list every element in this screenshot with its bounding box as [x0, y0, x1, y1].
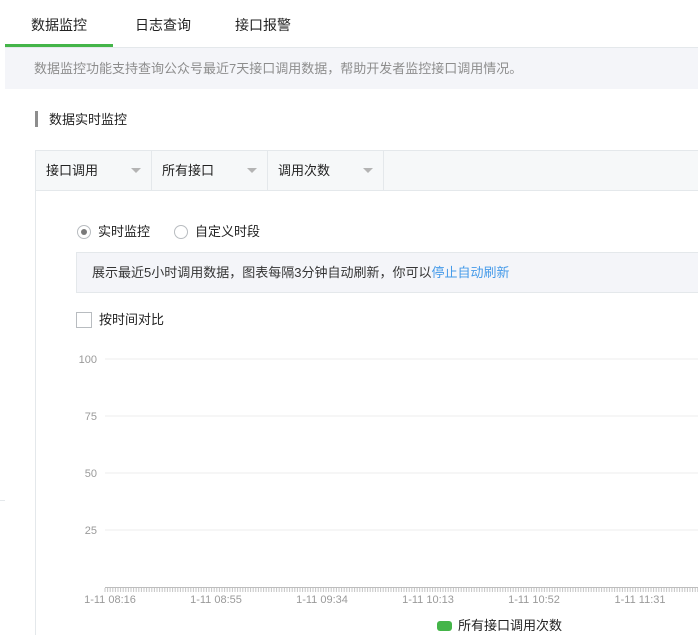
- x-tick-label: 1-11 08:55: [190, 594, 242, 606]
- page-description: 数据监控功能支持查询公众号最近7天接口调用数据，帮助开发者监控接口调用情况。: [5, 48, 698, 89]
- section-title: 数据实时监控: [35, 111, 127, 127]
- y-tick-label: 100: [79, 354, 97, 366]
- checkbox-label: 按时间对比: [99, 312, 165, 327]
- metric-dropdown[interactable]: 调用次数: [268, 151, 384, 190]
- x-tick-label: 1-11 10:13: [402, 594, 454, 606]
- y-tick-label: 50: [85, 468, 97, 480]
- notice-text: 展示最近5小时调用数据，图表每隔3分钟自动刷新，你可以: [92, 265, 432, 280]
- x-tick-label: 1-11 08:16: [84, 594, 136, 606]
- x-tick-label: 1-11 11:31: [615, 594, 666, 606]
- auto-refresh-notice: 展示最近5小时调用数据，图表每隔3分钟自动刷新，你可以停止自动刷新: [76, 252, 698, 293]
- x-tick-label: 1-11 09:34: [296, 594, 348, 606]
- x-axis-minor-ticks: [104, 588, 698, 592]
- api-type-dropdown[interactable]: 接口调用: [36, 151, 152, 190]
- tab-data-monitor[interactable]: 数据监控: [5, 0, 113, 47]
- radio-empty-icon: [174, 225, 188, 239]
- legend-swatch: [437, 621, 452, 631]
- y-tick-label: 75: [85, 411, 97, 423]
- stop-auto-refresh-link[interactable]: 停止自动刷新: [431, 265, 509, 280]
- checkbox-unchecked-icon: [76, 312, 92, 328]
- tab-bar: 数据监控 日志查询 接口报警: [5, 0, 698, 48]
- caret-down-icon: [363, 168, 373, 173]
- tab-log-query[interactable]: 日志查询: [113, 0, 213, 47]
- api-name-dropdown[interactable]: 所有接口: [152, 151, 268, 190]
- dropdown-label: 所有接口: [162, 163, 215, 178]
- page-description-text: 数据监控功能支持查询公众号最近7天接口调用数据，帮助开发者监控接口调用情况。: [34, 61, 523, 76]
- call-count-chart: 100 75 50 25 1-11 08:16 1-11 08:55 1-11 09:34 1…: [79, 354, 698, 606]
- tab-api-alert[interactable]: 接口报警: [213, 0, 313, 47]
- y-tick-label: 25: [85, 525, 97, 537]
- filter-bar: 接口调用 所有接口 调用次数: [35, 150, 698, 191]
- radio-label: 自定义时段: [195, 224, 261, 239]
- legend-label: 所有接口调用次数: [458, 618, 563, 633]
- dropdown-label: 调用次数: [278, 163, 331, 178]
- radio-label: 实时监控: [98, 224, 151, 239]
- x-tick-label: 1-11 10:52: [508, 594, 560, 606]
- caret-down-icon: [131, 168, 141, 173]
- caret-down-icon: [247, 168, 257, 173]
- dropdown-label: 接口调用: [46, 163, 99, 178]
- radio-selected-icon: [77, 225, 91, 239]
